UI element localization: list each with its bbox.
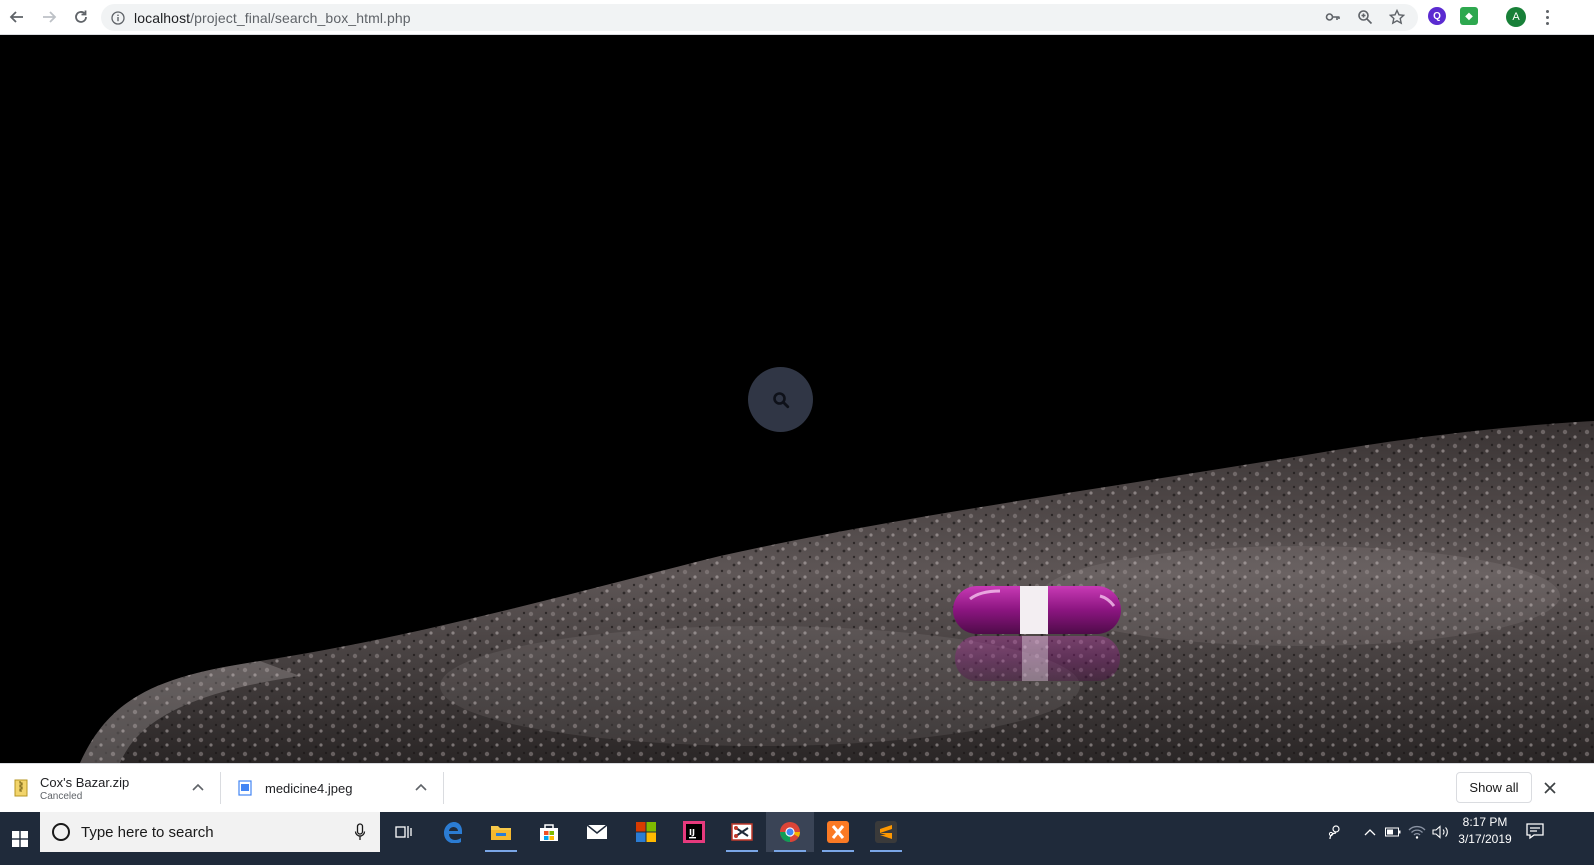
zip-file-icon (14, 779, 28, 797)
divider (220, 772, 221, 804)
arrow-left-icon (9, 11, 23, 23)
page-viewport (0, 36, 1594, 763)
taskbar-app-file-explorer[interactable] (477, 812, 525, 852)
intellij-icon: IJ (683, 821, 705, 843)
task-view-button[interactable] (380, 812, 428, 852)
edge-icon (444, 822, 462, 843)
taskbar-clock[interactable]: 8:17 PM 3/17/2019 (1454, 814, 1516, 848)
clock-date: 3/17/2019 (1458, 832, 1512, 846)
capsule-image (953, 586, 1121, 634)
task-view-icon (395, 826, 412, 838)
running-indicator (870, 850, 902, 852)
folder-icon (491, 826, 511, 840)
taskbar-app-mail[interactable] (573, 812, 621, 852)
show-all-button[interactable]: Show all (1456, 772, 1532, 803)
microphone-icon[interactable] (354, 823, 366, 841)
taskbar-app-intellij[interactable]: IJ (670, 812, 718, 852)
cortana-icon (52, 823, 70, 841)
chevron-up-icon[interactable] (414, 781, 428, 795)
snipping-tool-icon (731, 823, 753, 841)
people-icon[interactable] (1322, 812, 1348, 852)
taskbar-search-placeholder: Type here to search (81, 823, 214, 841)
battery-icon[interactable] (1383, 812, 1403, 852)
search-icon (772, 391, 789, 408)
reload-button[interactable] (65, 2, 96, 33)
download-status: Canceled (40, 790, 83, 802)
store-icon (540, 824, 558, 841)
zoom-icon[interactable] (1356, 8, 1374, 26)
sublime-text-icon (875, 821, 897, 843)
more-menu-icon[interactable] (1540, 6, 1554, 28)
windows-logo-icon (12, 830, 28, 847)
profile-avatar[interactable]: A (1506, 7, 1526, 27)
running-indicator (774, 850, 806, 852)
taskbar-app-snipping[interactable] (718, 812, 766, 852)
arrow-right-icon (42, 11, 56, 23)
chevron-up-tray-icon[interactable] (1360, 812, 1380, 852)
clock-time: 8:17 PM (1462, 815, 1508, 829)
mail-icon (586, 824, 608, 839)
reload-icon (74, 10, 87, 23)
extension-icon-purple[interactable]: Q (1428, 7, 1446, 25)
taskbar-app-edge[interactable] (429, 812, 477, 852)
url-text[interactable]: localhost/project_final/search_box_html.… (134, 10, 411, 26)
divider (443, 772, 444, 804)
address-bar[interactable]: localhost/project_final/search_box_html.… (101, 4, 1418, 31)
taskbar-app-xampp[interactable] (814, 812, 862, 852)
download-shelf: Cox's Bazar.zip Canceled medicine4.jpeg … (0, 763, 1594, 812)
info-icon[interactable] (111, 10, 125, 25)
image-file-icon (238, 780, 252, 796)
download-name: medicine4.jpeg (265, 780, 353, 796)
taskbar-app-chrome[interactable] (766, 812, 814, 852)
download-item[interactable]: medicine4.jpeg (238, 764, 438, 812)
close-icon[interactable] (1542, 780, 1558, 796)
forward-button[interactable] (33, 2, 64, 33)
taskbar-app-store[interactable] (525, 812, 573, 852)
taskbar-search-box[interactable]: Type here to search (40, 812, 380, 852)
svg-text:IJ: IJ (689, 828, 695, 837)
action-center-icon[interactable] (1524, 820, 1546, 842)
star-icon[interactable] (1388, 8, 1406, 26)
start-button[interactable] (0, 812, 40, 865)
office-apps-icon (636, 822, 656, 842)
extension-icon-green[interactable]: ◆ (1460, 7, 1478, 25)
xampp-icon (827, 821, 849, 843)
taskbar-app-sublime[interactable] (862, 812, 910, 852)
running-indicator (485, 850, 517, 852)
chrome-icon (779, 822, 801, 843)
download-item[interactable]: Cox's Bazar.zip Canceled (14, 764, 214, 812)
taskbar: Type here to search IJ 8:17 PM 3/17/2019 (0, 812, 1594, 865)
volume-icon[interactable] (1430, 812, 1452, 852)
download-name: Cox's Bazar.zip (40, 774, 130, 790)
running-indicator (726, 850, 758, 852)
running-indicator (822, 850, 854, 852)
chevron-up-icon[interactable] (191, 781, 205, 795)
url-host: localhost (134, 9, 191, 26)
wifi-icon[interactable] (1406, 812, 1428, 852)
back-button[interactable] (1, 2, 32, 33)
search-button[interactable] (748, 367, 813, 432)
taskbar-app-office[interactable] (622, 812, 670, 852)
url-path: /project_final/search_box_html.php (190, 9, 411, 26)
key-icon[interactable] (1324, 8, 1342, 26)
browser-toolbar: localhost/project_final/search_box_html.… (0, 0, 1594, 35)
